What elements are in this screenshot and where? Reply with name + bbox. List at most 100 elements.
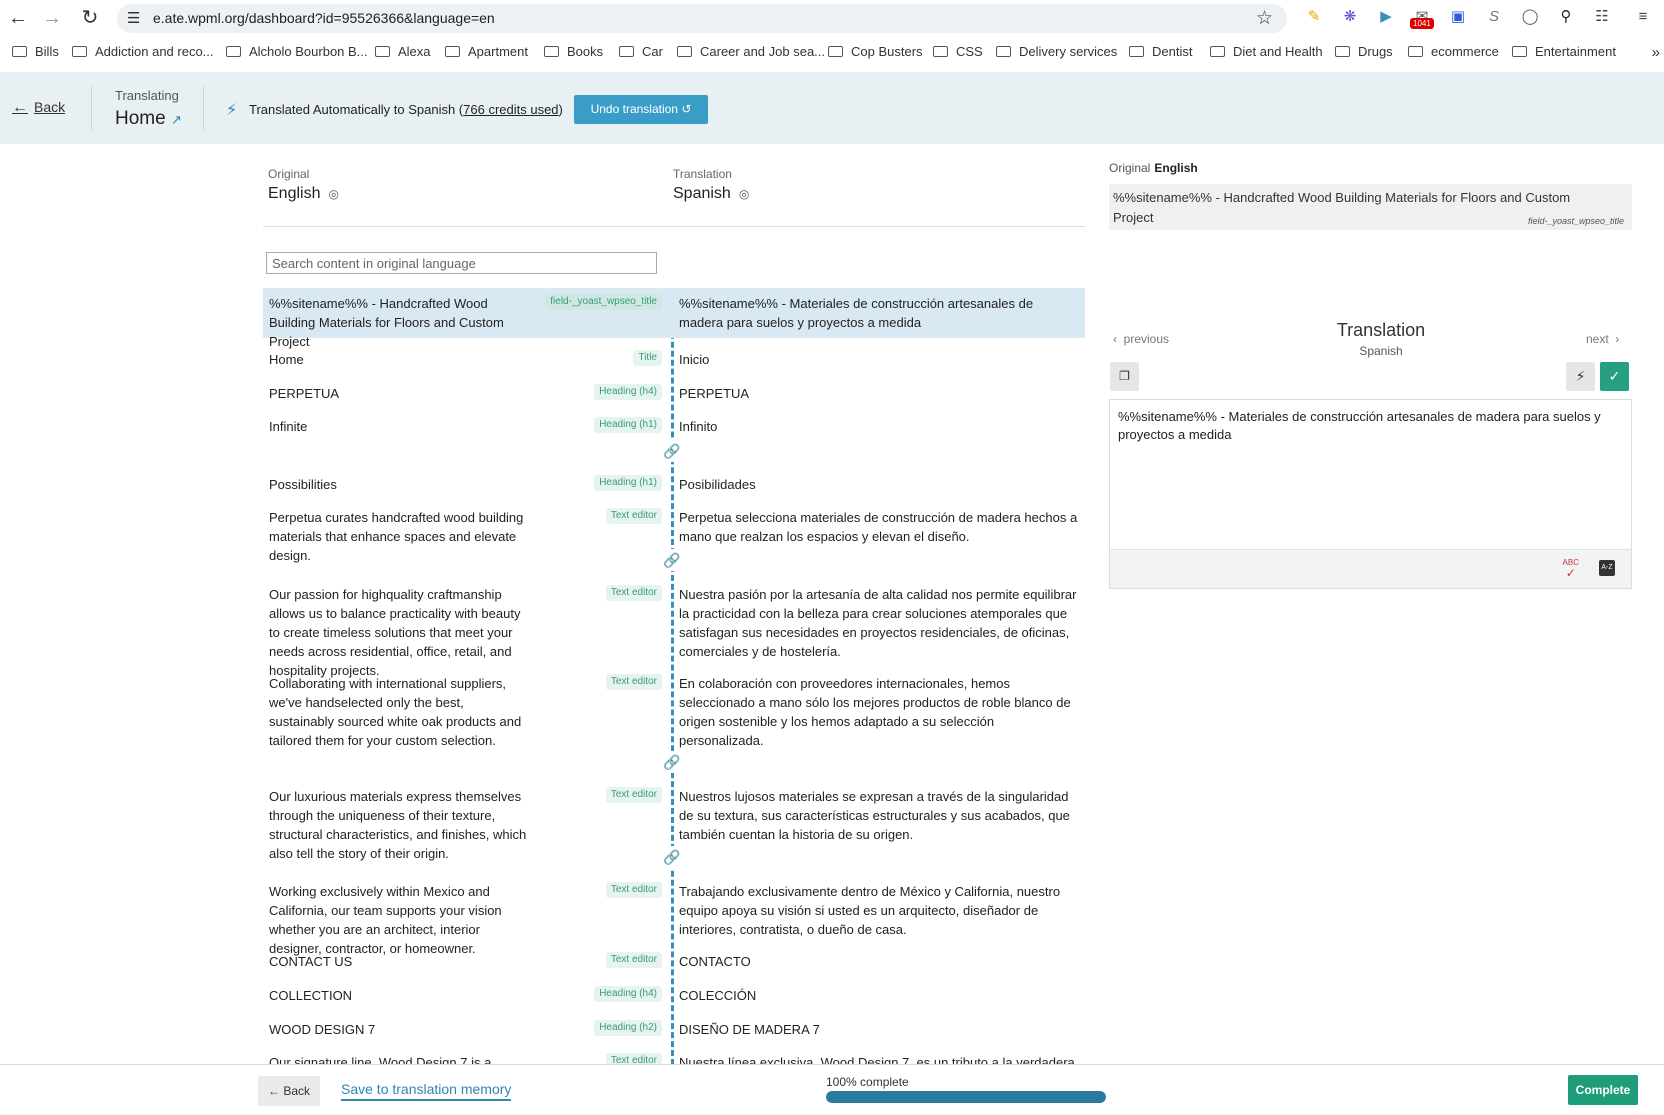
spellcheck-icon[interactable]: ABC ✓ <box>1563 558 1579 580</box>
credits-used-link[interactable]: 766 credits used <box>463 102 558 117</box>
copy-original-button[interactable]: ❐ <box>1110 362 1139 391</box>
bookmark-item[interactable]: Books <box>544 44 603 59</box>
segment-row[interactable]: Working exclusively within Mexico and Ca… <box>263 876 1085 956</box>
editor-footer: ← Back Save to translation memory 100% c… <box>0 1064 1664 1115</box>
segment-tag: Title <box>633 350 662 366</box>
confirm-translation-button[interactable]: ✓ <box>1600 362 1629 391</box>
bookmark-star-icon[interactable]: ☆ <box>1256 7 1273 30</box>
segment-source: WOOD DESIGN 7 <box>269 1022 376 1037</box>
segment-row[interactable]: COLLECTION Heading (h4) COLECCIÓN <box>263 980 1085 1010</box>
bookmark-item[interactable]: Career and Job sea... <box>677 44 825 59</box>
complete-button[interactable]: Complete <box>1568 1075 1638 1105</box>
eye-off-icon[interactable]: ◎ <box>328 187 338 201</box>
search-input[interactable] <box>266 252 657 274</box>
auto-translate-button[interactable]: ⚡ <box>1566 362 1595 391</box>
segment-target[interactable]: Nuestra pasión por la artesanía de alta … <box>679 585 1079 661</box>
segment-source: Perpetua curates handcrafted wood buildi… <box>269 510 524 563</box>
bookmarks-bar: Bills Addiction and reco... Alcholo Bourbo… <box>0 42 1664 66</box>
bookmark-item[interactable]: Diet and Health <box>1210 44 1323 59</box>
segment-target[interactable]: PERPETUA <box>679 384 1079 403</box>
all-bookmarks-icon[interactable]: » <box>1652 44 1660 61</box>
progress-label: 100% complete <box>826 1075 909 1089</box>
bookmark-item[interactable]: Entertainment <box>1512 44 1616 59</box>
translation-text[interactable]: %%sitename%% - Materiales de construcció… <box>1118 408 1618 444</box>
segment-row[interactable]: %%sitename%% - Handcrafted Wood Building… <box>263 288 1085 349</box>
bookmark-item[interactable]: Drugs <box>1335 44 1393 59</box>
footer-back-button[interactable]: ← Back <box>258 1076 320 1106</box>
segment-source: Collaborating with international supplie… <box>269 676 522 748</box>
previous-segment-button[interactable]: ‹ previous <box>1113 332 1169 346</box>
chevron-right-icon: › <box>1615 332 1620 346</box>
segment-target[interactable]: Nuestros lujosos materiales se expresan … <box>679 787 1079 844</box>
bookmark-item[interactable]: Alcholo Bourbon B... <box>226 44 368 59</box>
extension-image-icon[interactable]: ▣ <box>1447 6 1469 28</box>
segment-target[interactable]: CONTACTO <box>679 952 1079 971</box>
segment-row[interactable]: Our luxurious materials express themselv… <box>263 781 1085 861</box>
save-to-memory-link[interactable]: Save to translation memory <box>341 1081 512 1101</box>
page-title[interactable]: Home ↗ <box>115 108 182 130</box>
segment-target[interactable]: En colaboración con proveedores internac… <box>679 674 1079 750</box>
eye-off-icon[interactable]: ◎ <box>739 187 749 201</box>
url-text[interactable]: e.ate.wpml.org/dashboard?id=95526366&lan… <box>153 10 495 26</box>
link-chain-icon[interactable]: 🔗 <box>660 549 684 571</box>
segment-target[interactable]: Infinito <box>679 417 1079 436</box>
reload-icon[interactable]: ↻ <box>78 6 102 30</box>
bookmark-item[interactable]: Dentist <box>1129 44 1192 59</box>
segment-tag: Text editor <box>605 787 662 803</box>
link-chain-icon[interactable]: 🔗 <box>660 846 684 868</box>
segment-source: PERPETUA <box>269 386 340 401</box>
segment-row[interactable]: Infinite Heading (h1) Infinito <box>263 411 1085 441</box>
segment-target[interactable]: Trabajando exclusivamente dentro de Méxi… <box>679 882 1079 939</box>
translation-editor[interactable]: %%sitename%% - Materiales de construcció… <box>1109 399 1632 589</box>
segment-target[interactable]: Perpetua selecciona materiales de constr… <box>679 508 1079 546</box>
segment-target[interactable]: COLECCIÓN <box>679 986 1079 1005</box>
bookmark-item[interactable]: Cop Busters <box>828 44 923 59</box>
reading-list-icon[interactable]: ≡ <box>1632 6 1654 28</box>
glossary-icon[interactable]: A-Z <box>1599 560 1615 576</box>
segment-row[interactable]: Our passion for highquality craftmanship… <box>263 579 1085 678</box>
extension-search-icon[interactable]: ⚲ <box>1555 6 1577 28</box>
back-link[interactable]: ← Back <box>12 99 65 117</box>
bookmark-item[interactable]: Car <box>619 44 663 59</box>
extension-play-icon[interactable]: ▶ <box>1375 6 1397 28</box>
bookmark-item[interactable]: ecommerce <box>1408 44 1499 59</box>
segment-target[interactable]: Posibilidades <box>679 475 1079 494</box>
folder-icon <box>1512 46 1527 57</box>
segment-row[interactable]: Collaborating with international supplie… <box>263 668 1085 748</box>
forward-arrow-icon[interactable]: → <box>40 6 64 30</box>
segment-row[interactable]: Home Title Inicio <box>263 344 1085 374</box>
link-chain-icon[interactable]: 🔗 <box>660 751 684 773</box>
segment-row[interactable]: CONTACT US Text editor CONTACTO <box>263 946 1085 976</box>
bookmark-item[interactable]: Delivery services <box>996 44 1117 59</box>
back-arrow-icon[interactable]: ← <box>6 6 30 30</box>
external-link-icon[interactable]: ↗ <box>171 112 182 127</box>
extensions-puzzle-icon[interactable]: ☷ <box>1591 6 1613 28</box>
segment-target[interactable]: DISEÑO DE MADERA 7 <box>679 1020 1079 1039</box>
original-label: Original <box>268 167 310 181</box>
extension-badge: 1041 <box>1410 18 1434 29</box>
segment-source: Our passion for highquality craftmanship… <box>269 587 521 678</box>
segment-row[interactable]: Possibilities Heading (h1) Posibilidades <box>263 469 1085 499</box>
link-chain-icon[interactable]: 🔗 <box>660 440 684 462</box>
undo-translation-button[interactable]: Undo translation ↺ <box>574 95 708 124</box>
next-segment-button[interactable]: next › <box>1586 332 1619 346</box>
segment-row[interactable]: WOOD DESIGN 7 Heading (h2) DISEÑO DE MADER… <box>263 1014 1085 1044</box>
extension-wordpress-icon[interactable]: ◯ <box>1519 6 1541 28</box>
extension-gear-icon[interactable]: ❋ <box>1339 6 1361 28</box>
extension-s-icon[interactable]: S <box>1483 6 1505 28</box>
site-settings-icon[interactable]: ☰ <box>127 9 140 27</box>
segment-row[interactable]: Perpetua curates handcrafted wood buildi… <box>263 502 1085 563</box>
bookmark-item[interactable]: Apartment <box>445 44 528 59</box>
address-bar[interactable]: ☰ e.ate.wpml.org/dashboard?id=95526366&l… <box>117 4 1287 33</box>
folder-icon <box>828 46 843 57</box>
bookmark-item[interactable]: Alexa <box>375 44 431 59</box>
extension-broom-icon[interactable]: ✎ <box>1303 6 1325 28</box>
bookmark-item[interactable]: Bills <box>12 44 59 59</box>
segment-target[interactable]: %%sitename%% - Materiales de construcció… <box>679 294 1079 332</box>
segment-row[interactable]: PERPETUA Heading (h4) PERPETUA <box>263 378 1085 408</box>
bookmark-item[interactable]: CSS <box>933 44 983 59</box>
bookmark-item[interactable]: Addiction and reco... <box>72 44 214 59</box>
segment-target[interactable]: Inicio <box>679 350 1079 369</box>
progress-fill <box>826 1091 1106 1103</box>
folder-icon <box>226 46 241 57</box>
